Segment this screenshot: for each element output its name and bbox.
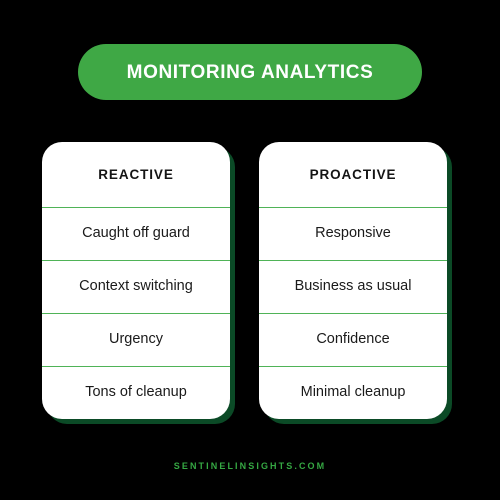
- list-item-label: Urgency: [109, 331, 163, 348]
- list-item: Responsive: [259, 207, 447, 260]
- card-proactive: PROACTIVE Responsive Business as usual C…: [259, 142, 447, 419]
- list-item: Caught off guard: [42, 207, 230, 260]
- card-header-proactive: PROACTIVE: [259, 142, 447, 207]
- list-item: Urgency: [42, 313, 230, 366]
- card-header-reactive: REACTIVE: [42, 142, 230, 207]
- card-header-label-reactive: REACTIVE: [98, 166, 174, 182]
- footer-brand-label: SENTINELINSIGHTS.COM: [173, 461, 327, 471]
- footer: SENTINELINSIGHTS.COM: [0, 456, 500, 474]
- card-rows-reactive: Caught off guard Context switching Urgen…: [42, 207, 230, 419]
- infographic-canvas: MONITORING ANALYTICS REACTIVE Caught off…: [0, 0, 500, 500]
- list-item-label: Responsive: [315, 225, 391, 242]
- list-item: Confidence: [259, 313, 447, 366]
- list-item-label: Caught off guard: [82, 225, 190, 242]
- list-item-label: Context switching: [79, 278, 193, 295]
- list-item: Tons of cleanup: [42, 366, 230, 419]
- list-item-label: Business as usual: [294, 278, 412, 295]
- card-header-label-proactive: PROACTIVE: [309, 166, 397, 182]
- list-item-label: Minimal cleanup: [300, 384, 406, 401]
- list-item-label: Confidence: [316, 331, 390, 348]
- column-proactive: PROACTIVE Responsive Business as usual C…: [259, 142, 452, 424]
- title-label: MONITORING ANALYTICS: [126, 61, 374, 83]
- card-rows-proactive: Responsive Business as usual Confidence …: [259, 207, 447, 419]
- list-item-label: Tons of cleanup: [85, 384, 187, 401]
- list-item: Business as usual: [259, 260, 447, 313]
- card-reactive: REACTIVE Caught off guard Context switch…: [42, 142, 230, 419]
- list-item: Context switching: [42, 260, 230, 313]
- list-item: Minimal cleanup: [259, 366, 447, 419]
- comparison-columns: REACTIVE Caught off guard Context switch…: [42, 142, 452, 427]
- column-reactive: REACTIVE Caught off guard Context switch…: [42, 142, 235, 424]
- title-pill: MONITORING ANALYTICS: [78, 44, 422, 100]
